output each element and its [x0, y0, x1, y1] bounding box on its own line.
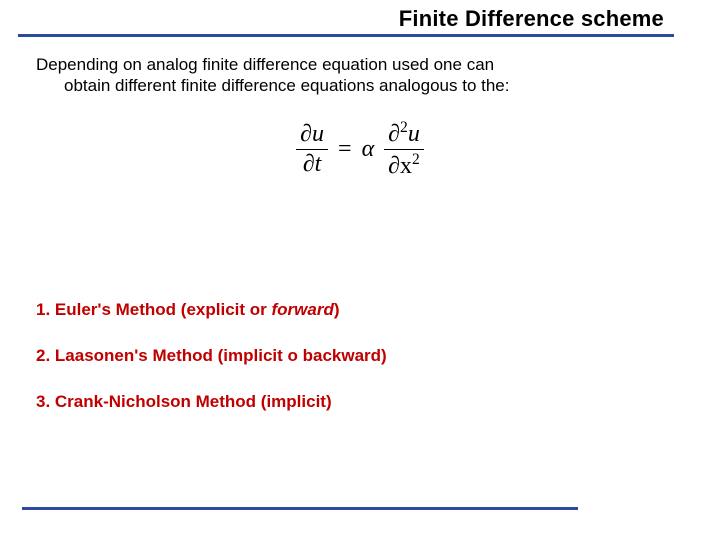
equation-row: ∂u ∂t = α ∂2u ∂x2 [296, 120, 424, 179]
method-3: 3. Crank-Nicholson Method (implicit) [36, 392, 676, 412]
lhs-fraction: ∂u ∂t [296, 122, 328, 177]
lhs-numerator: ∂u [296, 122, 328, 147]
rhs-fraction: ∂2u ∂x2 [384, 120, 424, 179]
methods-list: 1. Euler's Method (explicit or forward) … [36, 300, 676, 438]
equals-sign: = [338, 136, 352, 163]
slide: Finite Difference scheme Depending on an… [0, 0, 720, 540]
bottom-rule [22, 507, 578, 510]
intro-text: Depending on analog finite difference eq… [36, 54, 654, 97]
rhs-den-partial: ∂x [388, 153, 412, 179]
rhs-numerator: ∂2u [384, 120, 424, 147]
lhs-denominator: ∂t [299, 152, 326, 177]
rhs-num-sup: 2 [400, 119, 408, 136]
rhs-num-var: u [408, 121, 420, 147]
rhs-num-partial: ∂ [388, 121, 400, 147]
fraction-bar [384, 149, 424, 150]
rhs-denominator: ∂x2 [384, 152, 424, 179]
title-underline [18, 34, 674, 37]
method-1-prefix: 1. Euler's Method (explicit or [36, 300, 271, 319]
alpha-symbol: α [362, 136, 375, 163]
fraction-bar [296, 149, 328, 150]
method-1-suffix: ) [334, 300, 340, 319]
rhs-den-sup: 2 [412, 151, 420, 168]
page-title: Finite Difference scheme [399, 6, 664, 31]
method-1: 1. Euler's Method (explicit or forward) [36, 300, 676, 320]
intro-line-1: Depending on analog finite difference eq… [36, 55, 494, 74]
intro-line-2: obtain different finite difference equat… [36, 75, 654, 96]
method-2: 2. Laasonen's Method (implicit o backwar… [36, 346, 676, 366]
method-1-italic: forward [271, 300, 333, 319]
equation: ∂u ∂t = α ∂2u ∂x2 [0, 120, 720, 179]
title-wrap: Finite Difference scheme [0, 6, 720, 32]
